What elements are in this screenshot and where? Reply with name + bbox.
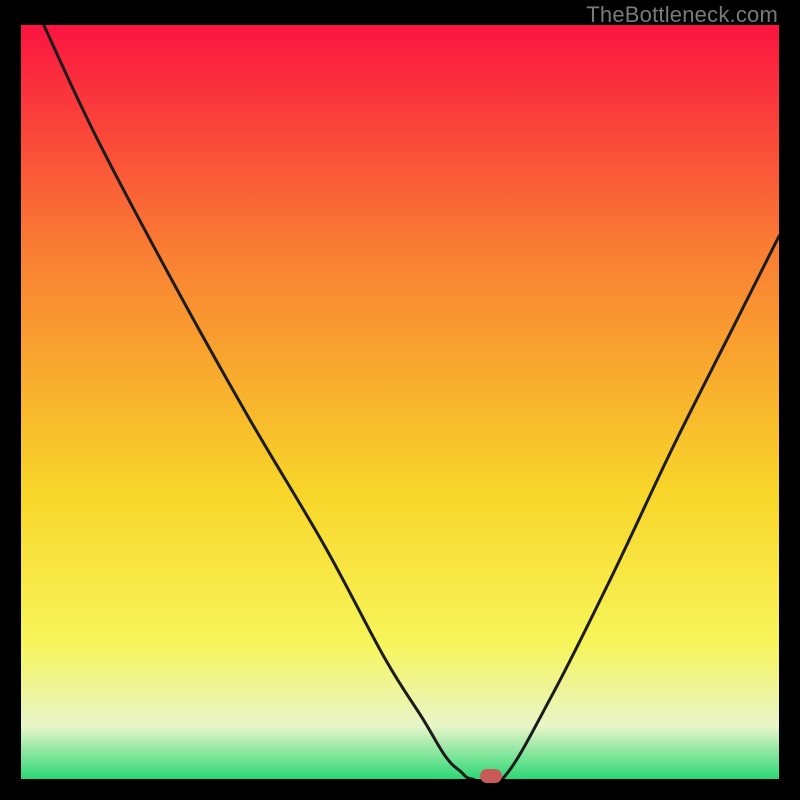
optimal-point-marker [480,769,502,783]
chart-svg [21,25,779,779]
gradient-rect [21,25,779,779]
chart-frame [21,25,779,779]
